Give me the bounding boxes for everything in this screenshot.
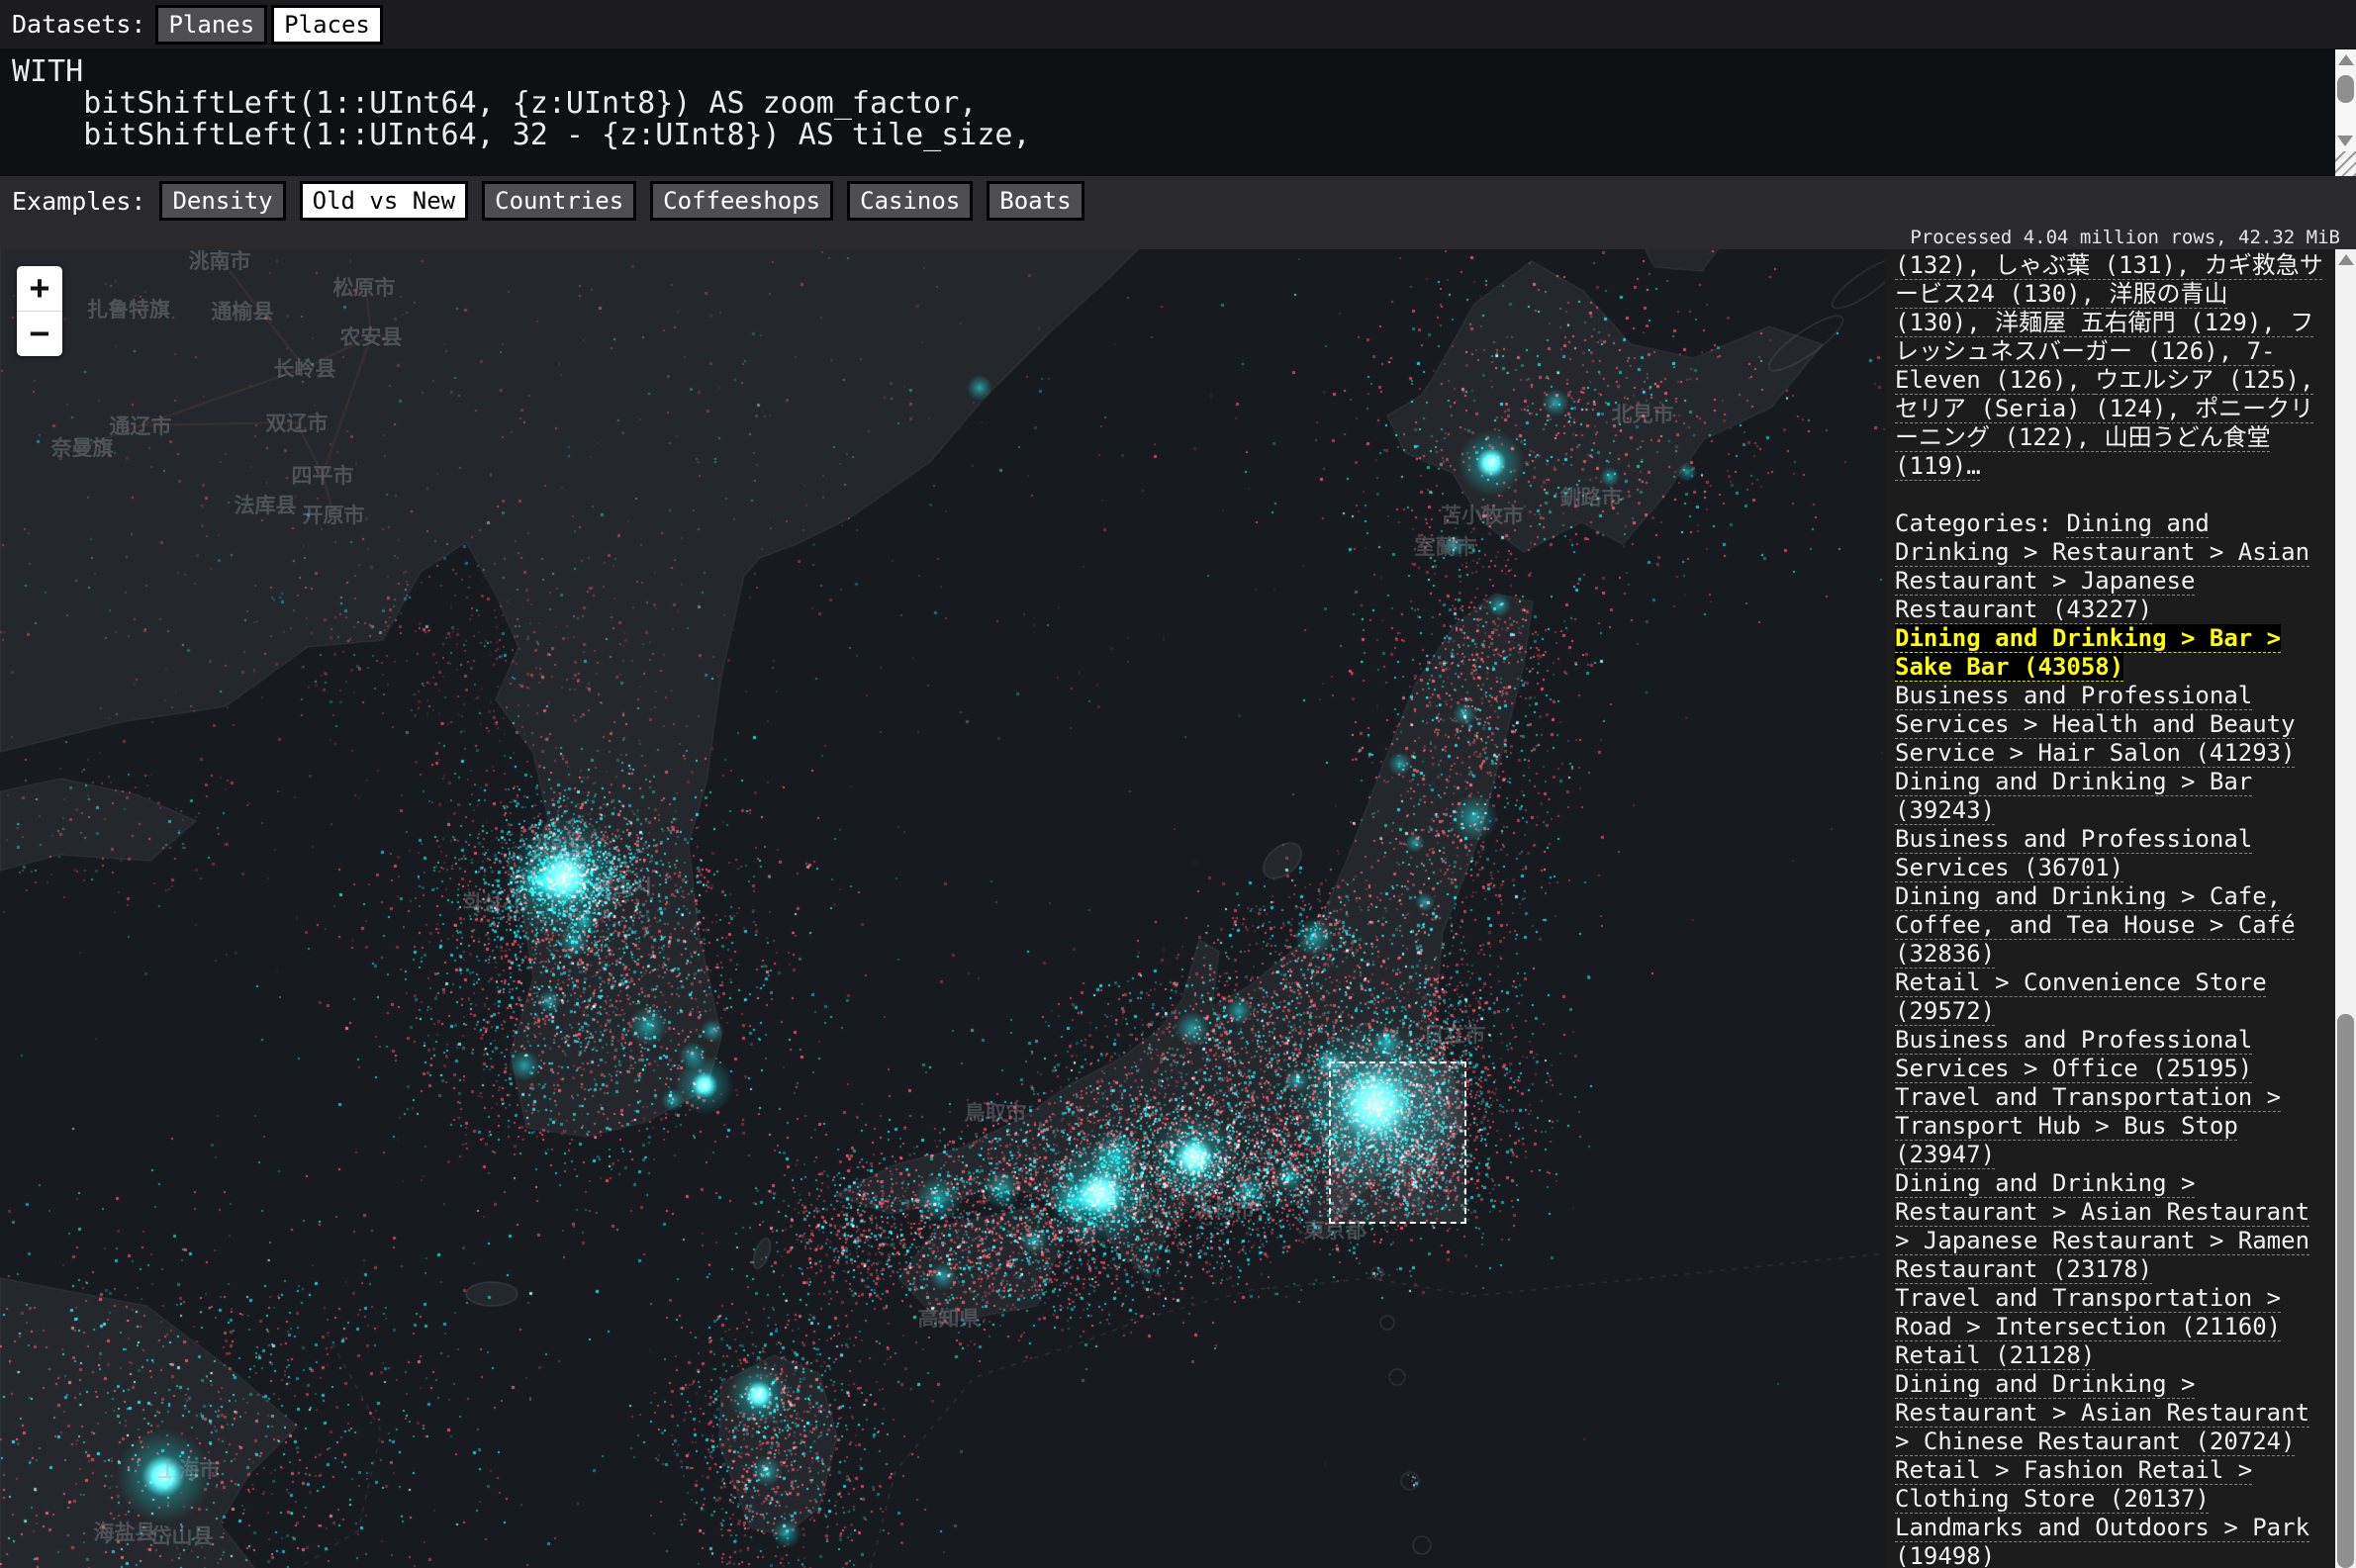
category-row: Categories: Dining and Drinking > Restau…: [1895, 509, 2327, 624]
map-place-label: 日立市: [1424, 1019, 1486, 1049]
map-place-label: 通辽市: [110, 411, 172, 440]
map-place-label: 浜松市: [1193, 1194, 1256, 1224]
category-link[interactable]: Business and Professional Services > Hea…: [1895, 682, 2296, 767]
map-place-label: 奈曼旗: [51, 432, 114, 462]
sql-editor[interactable]: WITH bitShiftLeft(1::UInt64, {z:UInt8}) …: [0, 48, 2356, 176]
category-row: Landmarks and Outdoors > Park (19498): [1895, 1514, 2327, 1568]
sidebar-spacer: [1895, 481, 2327, 509]
map-place-label: 강원도: [530, 832, 588, 862]
zoom-out-button[interactable]: −: [17, 312, 62, 356]
category-row: Travel and Transportation > Transport Hu…: [1895, 1083, 2327, 1169]
map-place-label: 岱山县: [151, 1521, 214, 1550]
category-link[interactable]: Retail (21128): [1895, 1341, 2095, 1369]
sql-editor-scrollbar[interactable]: [2335, 49, 2356, 151]
brands-list: (132), しゃぶ葉 (131), カギ救急サービス24 (130), 洋服の…: [1895, 251, 2327, 481]
category-link[interactable]: Business and Professional Services > Off…: [1895, 1026, 2252, 1082]
query-status: Processed 4.04 million rows, 42.32 MiB: [0, 226, 2356, 249]
category-link[interactable]: Retail > Convenience Store (29572): [1895, 968, 2267, 1025]
app-window: Datasets: PlanesPlaces WITH bitShiftLeft…: [0, 0, 2356, 1568]
category-row: Retail > Convenience Store (29572): [1895, 968, 2327, 1026]
map-place-label: 扎鲁特旗: [87, 294, 170, 323]
category-row: Dining and Drinking > Restaurant > Asian…: [1895, 1169, 2327, 1284]
map-place-label: 釧路市: [1560, 482, 1623, 511]
brand-link[interactable]: (132),: [1895, 251, 1995, 279]
category-link[interactable]: Dining and Drinking > Bar (39243): [1895, 768, 2252, 824]
category-row: Dining and Drinking > Cafe, Coffee, and …: [1895, 882, 2327, 968]
datasets-label: Datasets:: [12, 10, 145, 39]
example-tab-old-vs-new[interactable]: Old vs New: [300, 181, 469, 221]
category-link[interactable]: Travel and Transportation > Road > Inter…: [1895, 1284, 2281, 1340]
example-tab-coffeeshops[interactable]: Coffeeshops: [650, 181, 833, 221]
category-link[interactable]: Dining and Drinking > Cafe, Coffee, and …: [1895, 882, 2296, 968]
example-tab-countries[interactable]: Countries: [482, 181, 636, 221]
categories-label: Categories:: [1895, 509, 2066, 537]
examples-bar: Examples: Density Old vs New Countries Coff…: [0, 176, 2356, 226]
category-row: Dining and Drinking > Bar > Sake Bar (43…: [1895, 624, 2327, 682]
category-row: Business and Professional Services (3670…: [1895, 825, 2327, 882]
map-place-label: 通榆县: [212, 296, 274, 325]
category-link[interactable]: Travel and Transportation > Transport Hu…: [1895, 1083, 2281, 1168]
example-tab-boats[interactable]: Boats: [987, 181, 1084, 221]
map-place-label: 室蘭市: [1415, 531, 1477, 561]
category-link[interactable]: Business and Professional Services (3670…: [1895, 825, 2252, 881]
resize-grip-icon[interactable]: [2335, 151, 2356, 176]
map[interactable]: 洮南市松原市扎鲁特旗 通榆县农安县长岭县通辽市 双辽市奈曼旗四平市法库县开原市 강원도…: [0, 249, 1885, 1568]
map-place-label: 鳥取市: [965, 1097, 1027, 1127]
scroll-up-icon[interactable]: [2338, 254, 2354, 265]
brand-link[interactable]: しゃぶ葉 (131),: [1995, 251, 2205, 279]
dataset-tab-planes[interactable]: Planes: [155, 5, 267, 45]
category-link[interactable]: Dining and Drinking > Restaurant > Asian…: [1895, 1169, 2309, 1283]
map-place-label: 洮南市: [189, 249, 251, 275]
example-tab-density[interactable]: Density: [159, 181, 285, 221]
map-place-label: 화성시: [463, 887, 520, 917]
categories-list: Categories: Dining and Drinking > Restau…: [1895, 509, 2327, 1568]
category-link[interactable]: Landmarks and Outdoors > Park (19498): [1895, 1514, 2309, 1568]
brand-link[interactable]: セリア (Seria) (124),: [1895, 395, 2195, 422]
brand-link[interactable]: 洋麺屋 五右衛門 (129),: [1995, 309, 2290, 336]
map-canvas[interactable]: [0, 249, 1885, 1568]
map-place-label: 长岭县: [274, 353, 336, 383]
sql-scrollbar-thumb[interactable]: [2337, 75, 2354, 103]
category-link[interactable]: Retail > Fashion Retail > Clothing Store…: [1895, 1456, 2252, 1513]
category-link[interactable]: Dining and Drinking > Restaurant > Asian…: [1895, 1370, 2309, 1455]
examples-label: Examples:: [12, 187, 145, 216]
map-place-label: 四平市: [292, 460, 354, 490]
zoom-in-button[interactable]: +: [17, 266, 62, 311]
brand-link[interactable]: ウエルシア (125),: [2095, 366, 2313, 394]
map-place-label: 农安县: [340, 322, 403, 351]
map-place-label: 高知県: [918, 1303, 981, 1333]
map-zoom-control: + −: [17, 266, 62, 356]
category-row: Retail > Fashion Retail > Clothing Store…: [1895, 1456, 2327, 1514]
sidebar-scrollbar[interactable]: [2335, 249, 2356, 1568]
category-link-highlighted[interactable]: Dining and Drinking > Bar > Sake Bar (43…: [1895, 624, 2281, 681]
datasets-bar: Datasets: PlanesPlaces: [0, 0, 2356, 48]
map-place-label: 苫小牧市: [1441, 500, 1524, 529]
map-place-label: 开原市: [303, 500, 365, 529]
category-row: Travel and Transportation > Road > Inter…: [1895, 1284, 2327, 1341]
map-selection-box: [1329, 1061, 1466, 1224]
scroll-up-icon[interactable]: [2338, 54, 2354, 65]
example-button-group: Density Old vs New Countries Coffeeshops Cas…: [159, 181, 1084, 221]
example-tab-casinos[interactable]: Casinos: [847, 181, 973, 221]
map-place-label: 海盐县: [94, 1517, 156, 1546]
map-place-label: 双辽市: [266, 408, 329, 437]
map-place-label: 北見市: [1612, 399, 1674, 428]
map-place-label: 法库县: [235, 490, 297, 519]
sidebar-scrollbar-thumb[interactable]: [2337, 1014, 2354, 1568]
results-sidebar: (132), しゃぶ葉 (131), カギ救急サービス24 (130), 洋服の…: [1885, 249, 2335, 1568]
map-place-label: 松原市: [333, 272, 396, 302]
category-row: Dining and Drinking > Bar (39243): [1895, 768, 2327, 825]
category-row: Business and Professional Services > Hea…: [1895, 682, 2327, 768]
dataset-button-group: PlanesPlaces: [155, 5, 382, 45]
category-row: Business and Professional Services > Off…: [1895, 1026, 2327, 1083]
map-place-label: 속초시: [595, 872, 652, 901]
dataset-tab-places[interactable]: Places: [271, 5, 383, 45]
map-place-label: 上海市: [158, 1454, 221, 1484]
category-row: Retail (21128): [1895, 1341, 2327, 1370]
category-row: Dining and Drinking > Restaurant > Asian…: [1895, 1370, 2327, 1456]
scroll-down-icon[interactable]: [2337, 136, 2353, 146]
